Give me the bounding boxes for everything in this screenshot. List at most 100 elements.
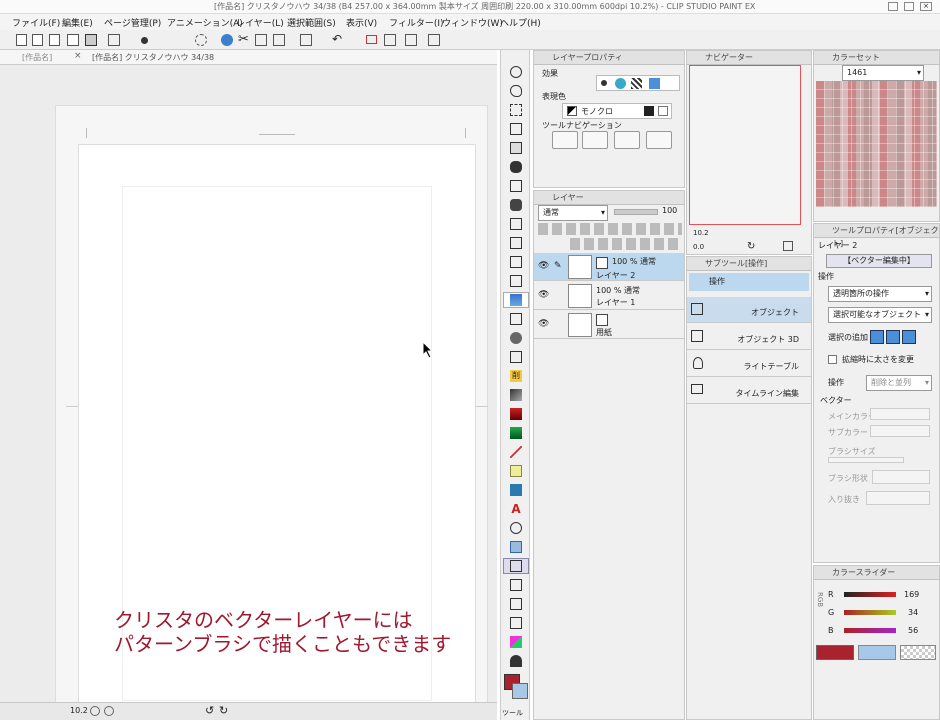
tool-pencil[interactable] <box>503 178 529 194</box>
select-icon[interactable] <box>405 34 417 46</box>
tool-gradient-dark[interactable] <box>503 387 529 403</box>
tool-correct[interactable] <box>503 539 529 555</box>
sub-tool-item[interactable]: ライトテーブル <box>687 351 811 377</box>
menu-page[interactable]: ページ管理(P) <box>104 16 161 29</box>
fill-icon[interactable] <box>384 34 396 46</box>
brush-size-field[interactable] <box>828 457 904 463</box>
menu-selection[interactable]: 選択範囲(S) <box>287 16 336 29</box>
tool-shape[interactable] <box>503 653 529 669</box>
layer-row[interactable]: 👁 100 % 通常 レイヤー 1 <box>534 282 684 310</box>
eye-icon[interactable]: 👁 <box>538 290 549 300</box>
effect-dot-icon[interactable] <box>601 80 607 86</box>
sub-tool-item[interactable]: オブジェクト 3D <box>687 324 811 350</box>
open-folder-icon[interactable] <box>49 34 60 46</box>
vector-edit-button[interactable]: 【ベクター編集中】 <box>826 254 932 268</box>
white-swatch[interactable] <box>658 106 668 116</box>
add-selection-icon-3[interactable] <box>902 330 916 344</box>
opacity-value[interactable]: 100 <box>662 206 677 215</box>
tool-line[interactable] <box>503 444 529 460</box>
main-color-field[interactable] <box>870 408 930 420</box>
pen-lock-icon[interactable]: ✎ <box>554 261 562 271</box>
tool-balloon[interactable] <box>503 463 529 479</box>
b-slider[interactable] <box>844 628 896 633</box>
copy-icon[interactable] <box>255 34 267 46</box>
tool-hand[interactable] <box>503 596 529 612</box>
sub-color-field[interactable] <box>870 425 930 437</box>
r-value[interactable]: 169 <box>904 590 919 599</box>
tool-blend[interactable] <box>503 254 529 270</box>
save-icon[interactable] <box>85 34 97 46</box>
tab-page[interactable]: [作品名] クリスタノウハウ 34/38 <box>92 52 214 63</box>
menu-animation[interactable]: アニメーション(A) <box>167 16 243 29</box>
tool-delete-icon[interactable]: 削 <box>503 368 529 384</box>
tool-blue-fill[interactable] <box>503 482 529 498</box>
undo-icon[interactable]: ↶ <box>332 32 342 46</box>
crop-icon[interactable] <box>273 34 285 46</box>
nav-btn-3[interactable] <box>614 131 640 149</box>
close-button[interactable]: × <box>920 2 932 11</box>
menu-edit[interactable]: 編集(E) <box>62 16 93 29</box>
layer-name[interactable]: 用紙 <box>596 327 612 338</box>
transparent-color-chip[interactable] <box>900 645 936 660</box>
operation-select[interactable]: 削除と並列 <box>866 375 932 391</box>
menu-file[interactable]: ファイル(F) <box>12 16 60 29</box>
tool-magic-wand[interactable] <box>503 121 529 137</box>
blend-mode-select[interactable]: 通常 <box>538 205 608 221</box>
tool-figure[interactable] <box>503 311 529 327</box>
tool-ruler[interactable] <box>503 349 529 365</box>
selectable-select[interactable]: 選択可能なオブジェクト <box>828 307 932 323</box>
tool-decoration[interactable] <box>503 235 529 251</box>
scale-checkbox[interactable] <box>828 355 837 364</box>
effect-color-icon[interactable] <box>649 78 660 89</box>
new-icon[interactable] <box>16 34 27 46</box>
navigator-zoom[interactable]: 10.2 <box>693 229 709 237</box>
tool-airbrush[interactable] <box>503 216 529 232</box>
transparent-op-select[interactable]: 透明箇所の操作 <box>828 286 932 302</box>
tool-lasso[interactable] <box>503 83 529 99</box>
nav-btn-1[interactable] <box>552 131 578 149</box>
menu-view[interactable]: 表示(V) <box>346 16 377 29</box>
start-end-field[interactable] <box>866 491 930 505</box>
settings-icon[interactable] <box>195 34 207 46</box>
tool-icon[interactable] <box>428 34 440 46</box>
tab-work[interactable]: [作品名] <box>22 52 52 63</box>
dot-icon[interactable] <box>141 37 148 44</box>
tool-object[interactable] <box>503 558 529 574</box>
tool-gradient[interactable] <box>503 292 529 308</box>
r-slider[interactable] <box>844 592 896 597</box>
menu-layer[interactable]: レイヤー(L) <box>236 16 284 29</box>
expression-value[interactable]: モノクロ <box>581 106 613 117</box>
layer-name[interactable]: レイヤー 2 <box>596 270 635 281</box>
effect-globe-icon[interactable] <box>615 78 626 89</box>
zoom-out-icon[interactable] <box>90 706 100 716</box>
clear-icon[interactable] <box>366 35 377 44</box>
color-set-select[interactable]: 1461 <box>842 65 924 81</box>
tool-brush[interactable] <box>503 197 529 213</box>
b-value[interactable]: 56 <box>908 626 918 635</box>
zoom-value[interactable]: 10.2 <box>70 706 88 715</box>
main-color-chip[interactable] <box>816 645 854 660</box>
eye-icon[interactable]: 👁 <box>538 261 549 271</box>
cut-icon[interactable]: ✂ <box>238 32 249 47</box>
minimize-button[interactable] <box>888 2 898 11</box>
navigator-preview[interactable] <box>689 65 801 225</box>
tool-speech[interactable] <box>503 520 529 536</box>
clip-icon[interactable] <box>67 34 79 46</box>
canvas-area[interactable]: [作品名] × [作品名] クリスタノウハウ 34/38 クリスタのベクターレイ… <box>0 50 497 720</box>
g-slider[interactable] <box>844 610 896 615</box>
g-value[interactable]: 34 <box>908 608 918 617</box>
open-icon[interactable] <box>32 34 43 46</box>
opacity-slider[interactable] <box>614 209 658 215</box>
menu-filter[interactable]: フィルター(I) <box>389 16 444 29</box>
text-tool-icon[interactable]: A <box>503 501 529 517</box>
color-mode-label[interactable]: RGB <box>816 592 824 607</box>
tool-pen[interactable] <box>503 159 529 175</box>
rotate-left-icon[interactable]: ↺ <box>205 704 214 717</box>
paste-icon[interactable] <box>300 34 312 46</box>
effect-tone-icon[interactable] <box>631 78 642 89</box>
layer-row[interactable]: 👁 用紙 <box>534 311 684 339</box>
tool-tab-label[interactable]: ツール <box>502 708 523 718</box>
menu-window[interactable]: ウィンドウ(W) <box>442 16 503 29</box>
menu-help[interactable]: ヘルプ(H) <box>500 16 541 29</box>
tool-operation[interactable] <box>503 64 529 80</box>
